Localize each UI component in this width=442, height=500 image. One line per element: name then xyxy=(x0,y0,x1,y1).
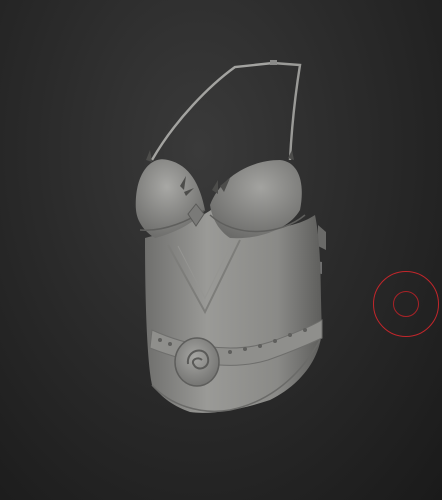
right-strap xyxy=(272,61,302,161)
strap-buckle xyxy=(270,60,277,65)
corset-model[interactable] xyxy=(0,0,442,500)
brush-radius-circle-icon xyxy=(373,271,439,337)
sculpt-viewport[interactable] xyxy=(0,0,442,500)
brush-focal-circle-icon xyxy=(393,291,419,317)
belt-medallion xyxy=(174,337,220,387)
left-strap xyxy=(150,61,274,161)
